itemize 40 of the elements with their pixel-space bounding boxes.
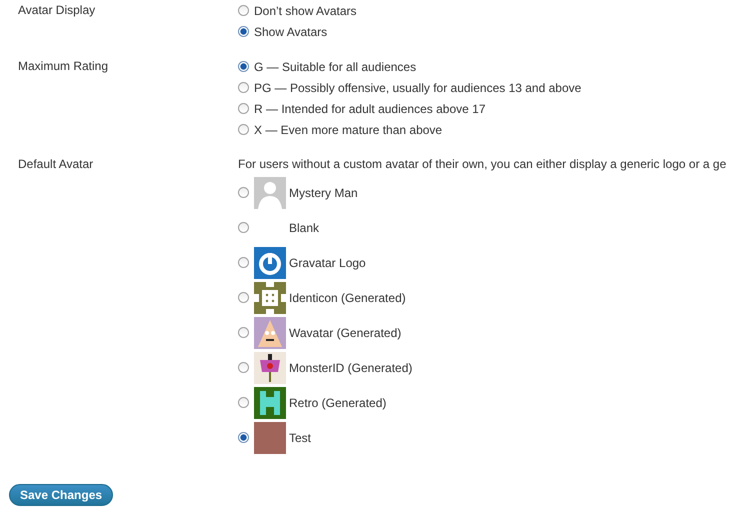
radio-button[interactable] (238, 327, 249, 338)
radio-button[interactable] (238, 5, 249, 16)
option-label: R — Intended for adult audiences above 17 (254, 102, 486, 116)
option-label: PG — Possibly offensive, usually for audiences 13 and above (254, 80, 582, 94)
option-label: X — Even more mature than above (254, 122, 442, 136)
radio-button[interactable] (238, 26, 249, 37)
radio-button[interactable] (238, 257, 249, 268)
power-logo-icon (254, 246, 286, 278)
setting-label: Maximum Rating (17, 58, 110, 75)
photo-placeholder (254, 422, 286, 454)
description-text: For users without a custom avatar of their own, you can either display a generic logo or a ge (238, 156, 726, 173)
option-label: MonsterID (Generated) (289, 360, 412, 374)
option-label: Wavatar (Generated) (289, 326, 402, 340)
option-label: Blank (289, 220, 320, 234)
radio-button[interactable] (238, 222, 249, 233)
option-label: Mystery Man (289, 186, 358, 200)
pattern-avatar-icon (254, 282, 286, 314)
option-label: Don’t show Avatars (254, 4, 356, 18)
radio-button[interactable] (238, 362, 249, 373)
option-label: Show Avatars (254, 24, 328, 38)
option-label: Retro (Generated) (289, 396, 386, 410)
save-changes-button[interactable]: Save Changes (9, 484, 114, 506)
setting-label: Avatar Display (17, 2, 96, 19)
option-label: Gravatar Logo (289, 256, 366, 270)
radio-button[interactable] (238, 397, 249, 408)
radio-button[interactable] (238, 82, 249, 93)
option-label: Test (289, 430, 312, 444)
silhouette-avatar-icon (254, 176, 286, 208)
cartoon-face-icon (254, 316, 286, 348)
pixel-avatar-icon (254, 386, 286, 418)
radio-button[interactable] (238, 61, 249, 72)
monster-avatar-icon (254, 352, 286, 384)
radio-button[interactable] (238, 292, 249, 303)
setting-label: Default Avatar (17, 156, 94, 173)
option-label: Identicon (Generated) (289, 290, 406, 304)
option-label: G — Suitable for all audiences (254, 60, 416, 74)
radio-button[interactable] (238, 124, 249, 135)
radio-button[interactable] (238, 432, 249, 443)
radio-button[interactable] (238, 103, 249, 114)
radio-button[interactable] (238, 187, 249, 198)
